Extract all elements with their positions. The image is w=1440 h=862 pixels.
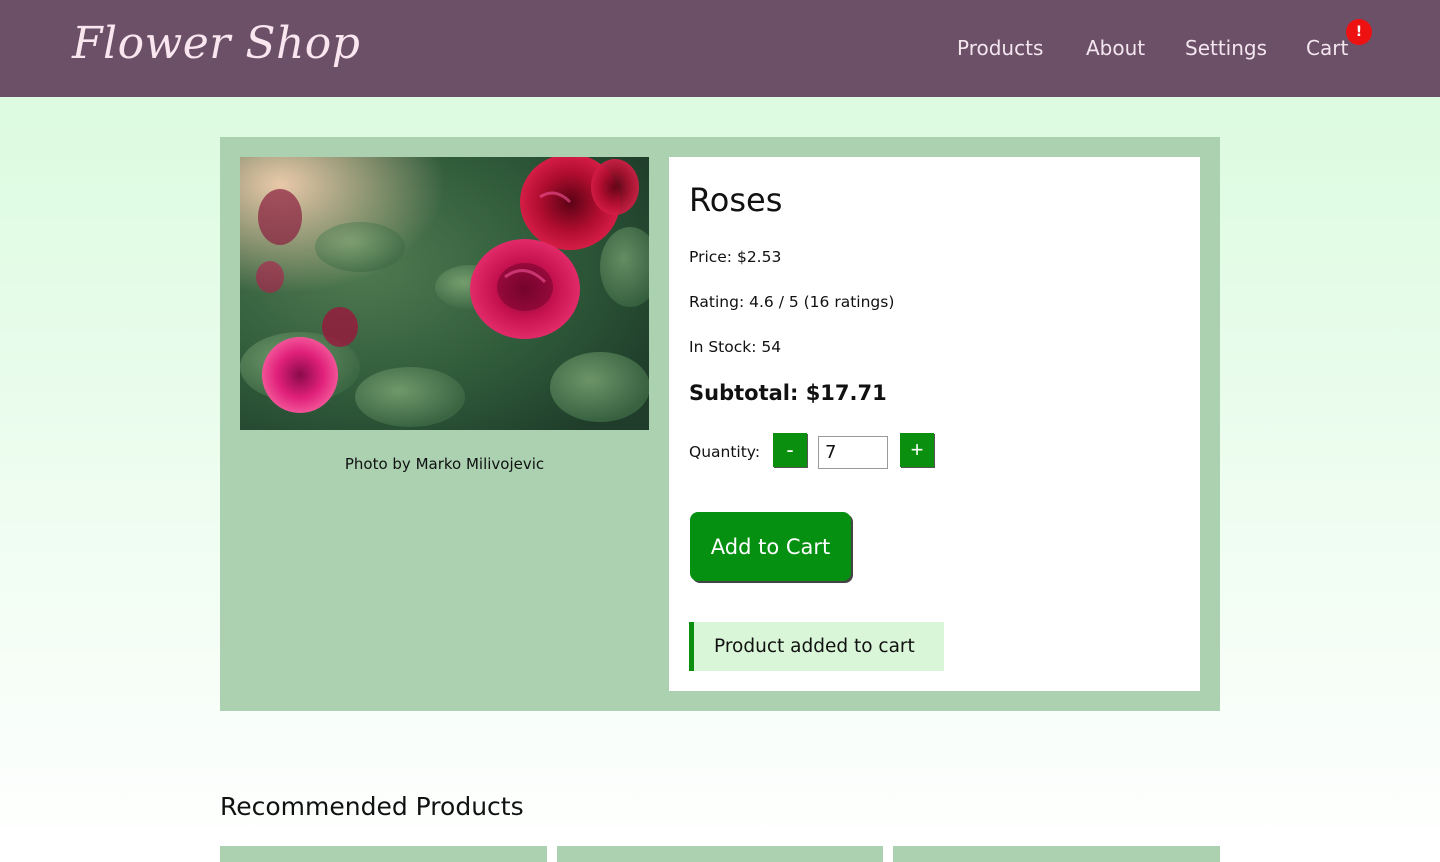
product-price: Price: $2.53 bbox=[689, 248, 782, 266]
recommended-card[interactable] bbox=[220, 846, 547, 862]
nav-settings[interactable]: Settings bbox=[1185, 36, 1267, 60]
cart-alert-badge: ! bbox=[1346, 19, 1372, 45]
recommended-card[interactable] bbox=[893, 846, 1220, 862]
cart-confirmation-toast: Product added to cart bbox=[689, 622, 944, 671]
quantity-label: Quantity: bbox=[689, 443, 761, 461]
nav-about[interactable]: About bbox=[1086, 36, 1145, 60]
photo-credit: Photo by Marko Milivojevic bbox=[344, 455, 545, 473]
product-info-card: Roses Price: $2.53 Rating: 4.6 / 5 (16 r… bbox=[669, 157, 1200, 691]
quantity-increment-button[interactable]: + bbox=[900, 433, 934, 467]
recommended-card[interactable] bbox=[557, 846, 883, 862]
quantity-decrement-button[interactable]: - bbox=[773, 433, 807, 467]
site-logo[interactable]: Flower Shop bbox=[72, 18, 360, 69]
add-to-cart-button[interactable]: Add to Cart bbox=[690, 512, 851, 581]
nav-cart[interactable]: Cart bbox=[1306, 36, 1348, 60]
nav-products[interactable]: Products bbox=[957, 36, 1043, 60]
quantity-input[interactable] bbox=[818, 436, 888, 469]
recommended-products-heading: Recommended Products bbox=[220, 792, 524, 821]
product-photo bbox=[240, 157, 649, 430]
product-title: Roses bbox=[689, 181, 783, 219]
product-rating: Rating: 4.6 / 5 (16 ratings) bbox=[689, 293, 895, 311]
product-stock: In Stock: 54 bbox=[689, 338, 782, 356]
product-subtotal: Subtotal: $17.71 bbox=[689, 381, 887, 405]
site-header: Flower Shop Products About Settings Cart… bbox=[0, 0, 1440, 97]
product-panel: Photo by Marko Milivojevic Roses Price: … bbox=[220, 137, 1220, 711]
roses-image bbox=[240, 157, 649, 430]
